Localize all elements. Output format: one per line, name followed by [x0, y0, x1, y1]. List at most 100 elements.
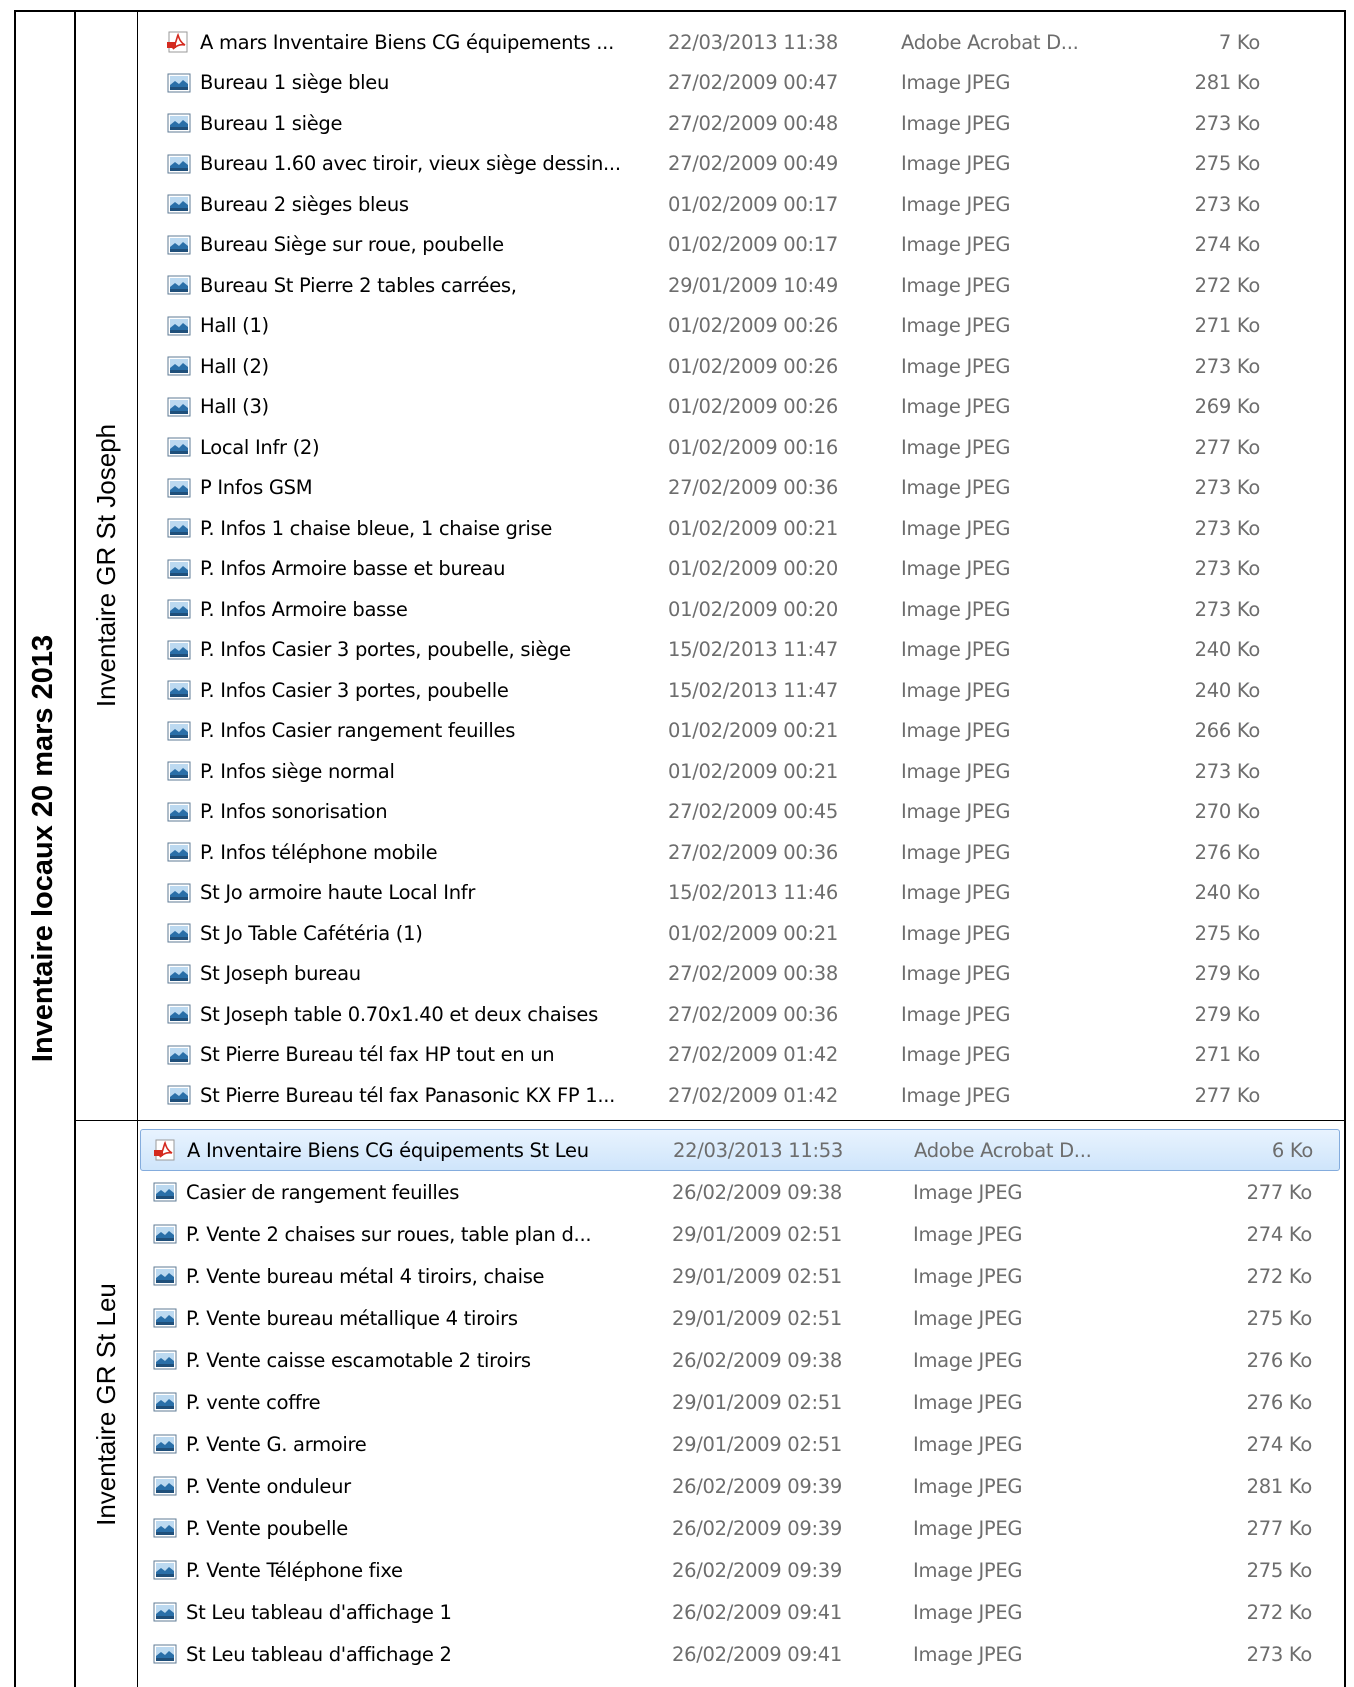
file-type: Image JPEG	[901, 476, 1011, 500]
file-type: Image JPEG	[913, 1306, 1023, 1330]
file-date: 26/02/2009 09:41	[672, 1642, 842, 1666]
file-date: 26/02/2009 09:39	[672, 1474, 842, 1498]
file-size: 271 Ko	[1194, 1043, 1261, 1067]
image-icon	[152, 1349, 178, 1371]
file-row[interactable]: P. Vente 2 chaises sur roues, table plan…	[140, 1213, 1340, 1255]
file-row[interactable]: P. Infos sonorisation 27/02/2009 00:45 Ima…	[140, 792, 1330, 833]
file-size: 274 Ko	[1194, 233, 1261, 257]
image-icon	[166, 963, 192, 985]
file-row[interactable]: P. Infos Casier 3 portes, poubelle 15/02/…	[140, 670, 1330, 711]
file-row[interactable]: Casier de rangement feuilles 26/02/2009 0…	[140, 1171, 1340, 1213]
file-row[interactable]: St Joseph table 0.70x1.40 et deux chaise…	[140, 994, 1330, 1035]
file-name: St Pierre Bureau tél fax Panasonic KX FP…	[200, 1083, 616, 1107]
file-row[interactable]: P. Infos Casier 3 portes, poubelle, sièg…	[140, 630, 1330, 671]
file-list-st-leu: A Inventaire Biens CG équipements St Leu…	[140, 1129, 1340, 1675]
file-size: 272 Ko	[1246, 1264, 1313, 1288]
file-row[interactable]: St Leu tableau d'affichage 2 26/02/2009 0…	[140, 1633, 1340, 1675]
file-row[interactable]: P. Infos Armoire basse et bureau 01/02/20…	[140, 549, 1330, 590]
file-name: Bureau Siège sur roue, poubelle	[200, 233, 504, 257]
file-row[interactable]: St Pierre Bureau tél fax HP tout en un 27…	[140, 1035, 1330, 1076]
file-name: St Jo Table Cafétéria (1)	[200, 921, 423, 945]
file-type: Image JPEG	[913, 1180, 1023, 1204]
section-label-text: Inventaire GR St Leu	[91, 1282, 121, 1526]
file-row[interactable]: P. Infos Armoire basse 01/02/2009 00:20 Im…	[140, 589, 1330, 630]
file-row[interactable]: Local Infr (2) 01/02/2009 00:16 Image JPEG…	[140, 427, 1330, 468]
file-type: Image JPEG	[901, 597, 1011, 621]
file-size: 273 Ko	[1194, 759, 1261, 783]
image-icon	[166, 679, 192, 701]
file-date: 27/02/2009 00:49	[668, 152, 838, 176]
file-row[interactable]: A mars Inventaire Biens CG équipements .…	[140, 22, 1330, 63]
file-row[interactable]: Bureau 2 sièges bleus 01/02/2009 00:17 Ima…	[140, 184, 1330, 225]
file-date: 01/02/2009 00:20	[668, 597, 838, 621]
file-row[interactable]: Bureau 1.60 avec tiroir, vieux siège des…	[140, 144, 1330, 185]
image-icon	[152, 1475, 178, 1497]
file-row[interactable]: P Infos GSM 27/02/2009 00:36 Image JPEG 273…	[140, 468, 1330, 509]
file-row[interactable]: P. Vente caisse escamotable 2 tiroirs 26/…	[140, 1339, 1340, 1381]
file-date: 29/01/2009 02:51	[672, 1306, 842, 1330]
image-icon	[166, 922, 192, 944]
file-type: Image JPEG	[901, 395, 1011, 419]
file-name: P. Infos sonorisation	[200, 800, 388, 824]
file-row[interactable]: P. Vente poubelle 26/02/2009 09:39 Image J…	[140, 1507, 1340, 1549]
file-date: 01/02/2009 00:21	[668, 759, 838, 783]
image-icon	[166, 1044, 192, 1066]
file-name: Casier de rangement feuilles	[186, 1180, 460, 1204]
file-type: Image JPEG	[901, 557, 1011, 581]
section-divider	[76, 1120, 1346, 1121]
image-icon	[166, 193, 192, 215]
file-date: 26/02/2009 09:39	[672, 1558, 842, 1582]
file-date: 26/02/2009 09:39	[672, 1516, 842, 1540]
file-row[interactable]: Hall (2) 01/02/2009 00:26 Image JPEG 273 Ko	[140, 346, 1330, 387]
file-row[interactable]: St Pierre Bureau tél fax Panasonic KX FP…	[140, 1075, 1330, 1116]
file-row[interactable]: P. vente coffre 29/01/2009 02:51 Image JPE…	[140, 1381, 1340, 1423]
file-date: 29/01/2009 02:51	[672, 1390, 842, 1414]
file-row[interactable]: St Jo Table Cafétéria (1) 01/02/2009 00:2…	[140, 913, 1330, 954]
file-row[interactable]: P. Infos Casier rangement feuilles 01/02/…	[140, 711, 1330, 752]
image-icon	[152, 1643, 178, 1665]
file-row[interactable]: Hall (1) 01/02/2009 00:26 Image JPEG 271 Ko	[140, 306, 1330, 347]
file-date: 27/02/2009 01:42	[668, 1043, 838, 1067]
file-date: 01/02/2009 00:16	[668, 435, 838, 459]
file-row[interactable]: P. Infos 1 chaise bleue, 1 chaise grise 0…	[140, 508, 1330, 549]
file-type: Image JPEG	[913, 1474, 1023, 1498]
section-label-st-leu: Inventaire GR St Leu	[76, 1121, 138, 1687]
file-date: 26/02/2009 09:41	[672, 1600, 842, 1624]
file-date: 27/02/2009 00:45	[668, 800, 838, 824]
file-size: 275 Ko	[1194, 152, 1261, 176]
file-row[interactable]: P. Vente Téléphone fixe 26/02/2009 09:39 I…	[140, 1549, 1340, 1591]
file-row[interactable]: P. Vente bureau métal 4 tiroirs, chaise 2…	[140, 1255, 1340, 1297]
file-row[interactable]: Hall (3) 01/02/2009 00:26 Image JPEG 269 Ko	[140, 387, 1330, 428]
file-row[interactable]: P. Infos siège normal 01/02/2009 00:21 Ima…	[140, 751, 1330, 792]
file-row[interactable]: Bureau St Pierre 2 tables carrées, 29/01/…	[140, 265, 1330, 306]
file-row[interactable]: Bureau 1 siège bleu 27/02/2009 00:47 Image…	[140, 63, 1330, 104]
image-icon	[152, 1559, 178, 1581]
file-row[interactable]: St Joseph bureau 27/02/2009 00:38 Image JP…	[140, 954, 1330, 995]
file-date: 29/01/2009 10:49	[668, 273, 838, 297]
file-type: Image JPEG	[901, 678, 1011, 702]
file-size: 240 Ko	[1194, 638, 1261, 662]
file-row[interactable]: St Leu tableau d'affichage 1 26/02/2009 0…	[140, 1591, 1340, 1633]
file-row[interactable]: Bureau Siège sur roue, poubelle 01/02/200…	[140, 225, 1330, 266]
file-row[interactable]: St Jo armoire haute Local Infr 15/02/2013…	[140, 873, 1330, 914]
file-type: Image JPEG	[901, 719, 1011, 743]
file-type: Image JPEG	[901, 435, 1011, 459]
image-icon	[166, 355, 192, 377]
file-row[interactable]: P. Vente onduleur 26/02/2009 09:39 Image J…	[140, 1465, 1340, 1507]
file-name: P. Infos Casier 3 portes, poubelle	[200, 678, 509, 702]
file-name: P. Vente Téléphone fixe	[186, 1558, 403, 1582]
file-size: 276 Ko	[1194, 840, 1261, 864]
file-row[interactable]: P. Vente G. armoire 29/01/2009 02:51 Image…	[140, 1423, 1340, 1465]
file-row[interactable]: Bureau 1 siège 27/02/2009 00:48 Image JPEG…	[140, 103, 1330, 144]
image-icon	[166, 882, 192, 904]
file-date: 01/02/2009 00:26	[668, 395, 838, 419]
file-size: 6 Ko	[1271, 1138, 1313, 1162]
file-size: 273 Ko	[1194, 111, 1261, 135]
file-type: Image JPEG	[913, 1222, 1023, 1246]
file-name: Bureau 1 siège bleu	[200, 71, 390, 95]
file-row[interactable]: P. Infos téléphone mobile 27/02/2009 00:3…	[140, 832, 1330, 873]
file-row[interactable]: A Inventaire Biens CG équipements St Leu…	[140, 1129, 1340, 1171]
file-date: 01/02/2009 00:26	[668, 354, 838, 378]
file-row[interactable]: P. Vente bureau métallique 4 tiroirs 29/0…	[140, 1297, 1340, 1339]
image-icon	[152, 1265, 178, 1287]
